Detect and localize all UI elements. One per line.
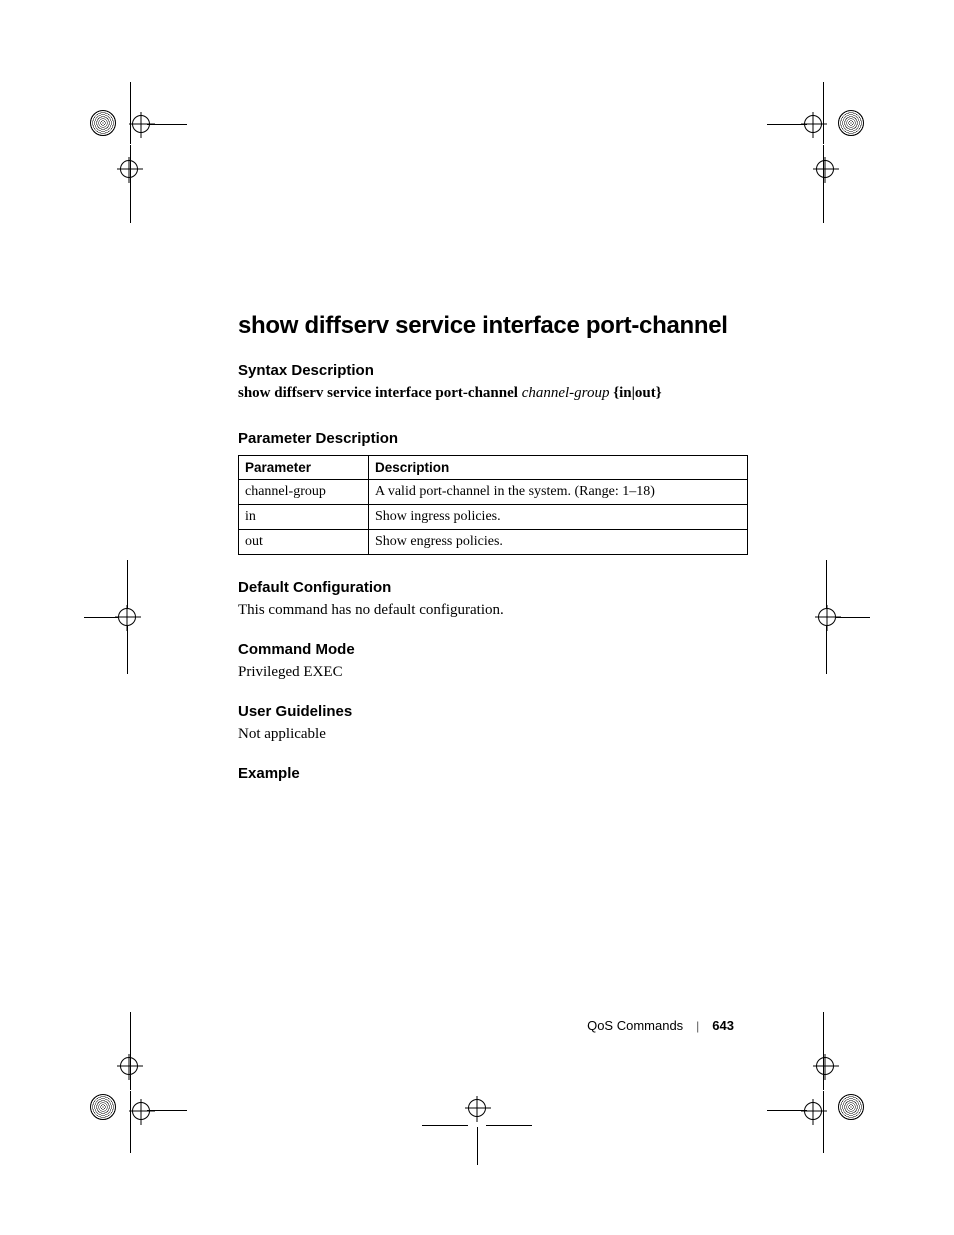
table-row: channel-group A valid port-channel in th…	[239, 480, 748, 505]
crop-line	[486, 1125, 532, 1126]
table-cell-param: channel-group	[239, 480, 369, 505]
parameter-table: Parameter Description channel-group A va…	[238, 455, 748, 555]
reg-mark-icon	[468, 1099, 486, 1117]
crop-line	[130, 145, 131, 223]
crop-line	[823, 82, 824, 144]
reg-mark-icon	[132, 1102, 150, 1120]
reg-mark-icon	[804, 115, 822, 133]
crop-corner-bottom-left	[90, 1094, 116, 1120]
table-cell-desc: A valid port-channel in the system. (Ran…	[369, 480, 748, 505]
user-guidelines-text: Not applicable	[238, 726, 748, 743]
table-cell-param: in	[239, 505, 369, 530]
reg-mark-icon	[120, 160, 138, 178]
crop-corner-top-left	[90, 110, 116, 136]
crop-line	[826, 626, 827, 674]
syntax-param: channel-group	[522, 385, 610, 401]
command-mode-text: Privileged EXEC	[238, 664, 748, 681]
table-header-row: Parameter Description	[239, 456, 748, 480]
crop-line	[130, 1091, 131, 1153]
syntax-heading: Syntax Description	[238, 362, 748, 379]
example-heading: Example	[238, 765, 748, 782]
crop-line	[84, 617, 118, 618]
reg-mark-icon	[804, 1102, 822, 1120]
footer-section: QoS Commands	[587, 1018, 683, 1033]
table-header-param: Parameter	[239, 456, 369, 480]
table-row: out Show engress policies.	[239, 530, 748, 555]
user-guidelines-heading: User Guidelines	[238, 703, 748, 720]
page-content: show diffserv service interface port-cha…	[238, 312, 748, 788]
reg-mark-icon	[816, 1057, 834, 1075]
crop-line	[836, 617, 870, 618]
crop-line	[130, 1012, 131, 1090]
crop-corner-top-right	[838, 110, 864, 136]
crop-line	[127, 626, 128, 674]
crop-line	[127, 560, 128, 608]
table-cell-param: out	[239, 530, 369, 555]
reg-mark-icon	[132, 115, 150, 133]
table-cell-desc: Show engress policies.	[369, 530, 748, 555]
default-config-heading: Default Configuration	[238, 579, 748, 596]
parameter-heading: Parameter Description	[238, 430, 748, 447]
crop-corner-bottom-right	[838, 1094, 864, 1120]
footer-page-number: 643	[712, 1018, 734, 1033]
syntax-line: show diffserv service interface port-cha…	[238, 385, 748, 402]
reg-mark-icon	[818, 608, 836, 626]
reg-mark-icon	[816, 160, 834, 178]
table-row: in Show ingress policies.	[239, 505, 748, 530]
table-cell-desc: Show ingress policies.	[369, 505, 748, 530]
syntax-cmd: show diffserv service interface port-cha…	[238, 385, 518, 401]
table-header-desc: Description	[369, 456, 748, 480]
page-title: show diffserv service interface port-cha…	[238, 312, 748, 340]
crop-line	[130, 82, 131, 144]
reg-mark-icon	[120, 1057, 138, 1075]
page-footer: QoS Commands | 643	[587, 1018, 734, 1034]
crop-line	[477, 1127, 478, 1165]
crop-line	[823, 1091, 824, 1153]
default-config-text: This command has no default configuratio…	[238, 602, 748, 619]
footer-separator: |	[696, 1018, 699, 1033]
crop-line	[422, 1125, 468, 1126]
syntax-braces: {in|out}	[613, 385, 661, 401]
crop-line	[826, 560, 827, 608]
reg-mark-icon	[118, 608, 136, 626]
command-mode-heading: Command Mode	[238, 641, 748, 658]
